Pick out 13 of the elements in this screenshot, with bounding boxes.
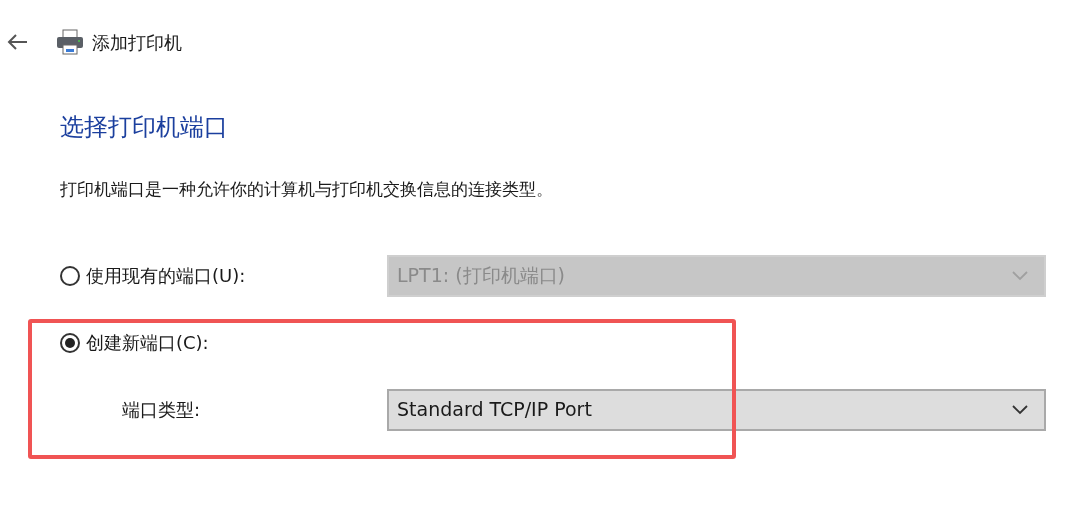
radio-option[interactable]: 使用现有的端口(U): bbox=[60, 262, 246, 289]
back-arrow-icon[interactable] bbox=[6, 33, 28, 51]
description-text: 打印机端口是一种允许你的计算机与打印机交换信息的连接类型。 bbox=[60, 178, 554, 201]
page-heading: 选择打印机端口 bbox=[60, 112, 229, 143]
chevron-down-icon bbox=[1012, 270, 1028, 281]
window-title: 添加打印机 bbox=[92, 30, 182, 55]
chevron-down-icon bbox=[1012, 404, 1028, 415]
printer-icon bbox=[56, 29, 84, 55]
radio-option[interactable]: 创建新端口(C): bbox=[60, 329, 209, 356]
dropdown-value: Standard TCP/IP Port bbox=[397, 397, 592, 423]
port-dropdown[interactable]: Standard TCP/IP Port bbox=[387, 388, 1046, 431]
dropdown-value: LPT1: (打印机端口) bbox=[397, 263, 565, 289]
port-type-label: 端口类型: bbox=[122, 398, 201, 422]
